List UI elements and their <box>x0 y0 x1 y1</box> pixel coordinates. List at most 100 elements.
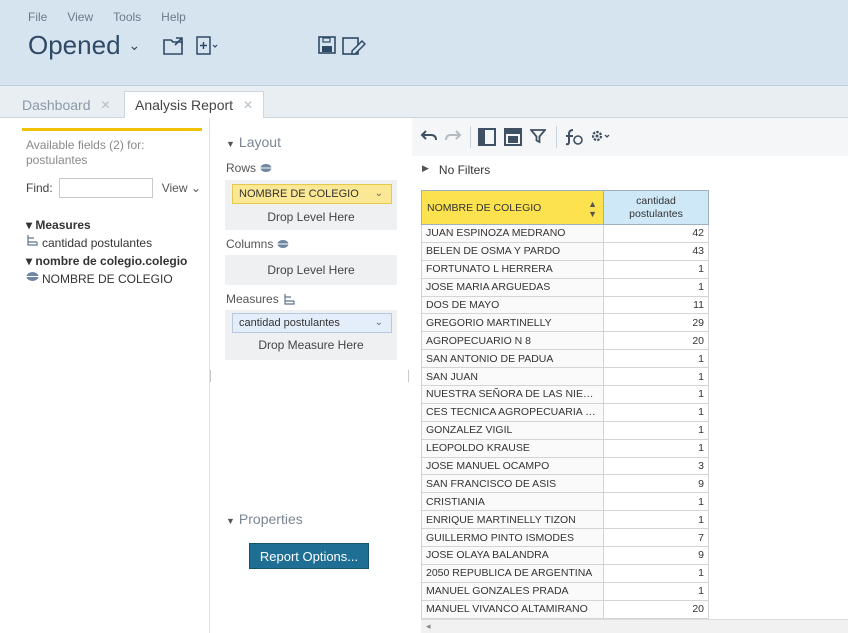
row-value-cell[interactable]: 1 <box>603 581 709 601</box>
save-as-icon[interactable] <box>342 36 367 61</box>
row-value-cell[interactable]: 1 <box>603 563 709 583</box>
row-name-cell[interactable]: JOSE MANUEL OCAMPO <box>421 456 604 476</box>
table-row: GUILLERMO PINTO ISMODES 7 <box>421 528 709 548</box>
row-name-cell[interactable]: 2050 REPUBLICA DE ARGENTINA <box>421 563 604 583</box>
row-name-cell[interactable]: SAN ANTONIO DE PADUA <box>421 349 604 369</box>
row-value-cell[interactable]: 1 <box>603 492 709 512</box>
row-name-cell[interactable]: GONZALEZ VIGIL <box>421 420 604 440</box>
row-name-cell[interactable]: JOSE OLAYA BALANDRA <box>421 546 604 565</box>
splitter-handle[interactable] <box>210 370 211 382</box>
tree-dimension-item[interactable]: NOMBRE DE COLEGIO <box>26 270 187 288</box>
row-name-cell[interactable]: AGROPECUARIO N 8 <box>421 331 604 351</box>
tree-dimension-header[interactable]: ▾ nombre de colegio.colegio <box>26 252 187 270</box>
menu-help[interactable]: Help <box>161 10 186 24</box>
toolbar-divider <box>556 126 557 148</box>
row-value-cell[interactable]: 1 <box>603 277 709 297</box>
row-name-cell[interactable]: JOSE MARIA ARGUEDAS <box>421 277 604 297</box>
row-value-cell[interactable]: 1 <box>603 385 709 404</box>
row-name-cell[interactable]: ENRIQUE MARTINELLY TIZON <box>421 510 604 530</box>
undo-icon[interactable] <box>420 128 438 149</box>
report-options-button[interactable]: Report Options... <box>249 543 369 569</box>
new-report-icon[interactable] <box>195 36 219 61</box>
row-name-cell[interactable]: NUESTRA SEÑORA DE LAS NIEVES <box>421 385 604 404</box>
menu-tools[interactable]: Tools <box>113 10 141 24</box>
row-name-cell[interactable]: CRISTIANIA <box>421 492 604 512</box>
filters-text: No Filters <box>438 163 491 177</box>
chevron-down-icon[interactable]: ⌄ <box>375 314 383 332</box>
menu-bar: File View Tools Help <box>28 10 186 24</box>
menu-file[interactable]: File <box>28 10 47 24</box>
row-value-cell[interactable]: 1 <box>603 402 709 422</box>
table-row: NUESTRA SEÑORA DE LAS NIEVES 1 <box>421 385 709 404</box>
tree-measure-item[interactable]: cantidad postulantes <box>26 234 187 252</box>
row-name-cell[interactable]: SAN JUAN <box>421 367 604 387</box>
row-value-cell[interactable]: 20 <box>603 331 709 351</box>
close-icon[interactable]: ✕ <box>243 92 253 118</box>
row-name-cell[interactable]: MANUEL GONZALES PRADA <box>421 581 604 601</box>
row-name-cell[interactable]: CES TECNICA AGROPECUARIA - AU... <box>421 402 604 422</box>
row-value-cell[interactable]: 1 <box>603 349 709 369</box>
scroll-left-icon[interactable]: ◂ <box>426 621 431 631</box>
expand-triangle-icon: ▶ <box>422 163 429 173</box>
horizontal-scrollbar[interactable]: ◂ <box>421 619 848 633</box>
row-value-cell[interactable]: 1 <box>603 510 709 530</box>
measures-header-label: Measures <box>35 218 91 232</box>
properties-section-toggle[interactable]: ▼ Properties <box>226 511 303 527</box>
row-name-cell[interactable]: GREGORIO MARTINELLY <box>421 313 604 333</box>
measures-drop-text: Drop Measure Here <box>258 338 364 352</box>
open-folder-icon[interactable] <box>163 36 185 61</box>
row-name-cell[interactable]: JUAN ESPINOZA MEDRANO <box>421 224 604 243</box>
level-icon <box>277 240 289 248</box>
row-value-cell[interactable]: 20 <box>603 599 709 619</box>
row-name-cell[interactable]: BELEN DE OSMA Y PARDO <box>421 241 604 261</box>
close-icon[interactable]: ✕ <box>101 92 111 118</box>
row-value-cell[interactable]: 29 <box>603 313 709 333</box>
menu-view[interactable]: View <box>67 10 93 24</box>
row-value-cell[interactable]: 7 <box>603 528 709 548</box>
row-name-cell[interactable]: FORTUNATO L HERRERA <box>421 259 604 279</box>
row-name-cell[interactable]: SAN FRANCISCO DE ASIS <box>421 474 604 494</box>
row-value-cell[interactable]: 43 <box>603 241 709 261</box>
tab-analysis-report[interactable]: Analysis Report ✕ <box>124 91 265 118</box>
column-header-nombre-de-colegio[interactable]: NOMBRE DE COLEGIO ▲ ▼ <box>421 190 604 225</box>
rows-chip-nombre-de-colegio[interactable]: NOMBRE DE COLEGIO ⌄ <box>232 184 392 204</box>
row-name-cell[interactable]: MANUEL VIVANCO ALTAMIRANO <box>421 599 604 619</box>
column-header-label: NOMBRE DE COLEGIO <box>427 201 542 214</box>
tree-measures-header[interactable]: ▾ Measures <box>26 216 187 234</box>
row-value-cell[interactable]: 1 <box>603 420 709 440</box>
redo-icon[interactable] <box>444 128 462 149</box>
layout-panel: ▼ Layout Rows NOMBRE DE COLEGIO ⌄ Drop Le… <box>218 118 408 633</box>
layout-panel-toggle-icon[interactable] <box>478 128 496 151</box>
row-value-cell[interactable]: 3 <box>603 456 709 476</box>
measures-chip-cantidad-postulantes[interactable]: cantidad postulantes ⌄ <box>232 313 392 333</box>
row-name-cell[interactable]: DOS DE MAYO <box>421 295 604 315</box>
opened-dropdown[interactable]: Opened ⌄ <box>28 30 140 61</box>
chevron-down-icon[interactable]: ⌄ <box>375 185 383 203</box>
view-dropdown[interactable]: View ⌄ <box>162 181 201 195</box>
tab-dashboard[interactable]: Dashboard ✕ <box>12 91 121 118</box>
filters-toggle[interactable]: ▶ No Filters <box>422 163 490 177</box>
filter-icon[interactable] <box>529 128 547 149</box>
calculated-measure-icon[interactable] <box>564 128 584 151</box>
table-row: 2050 REPUBLICA DE ARGENTINA 1 <box>421 563 709 583</box>
available-fields-panel: Available fields (2) for: postulantes Fi… <box>8 118 210 633</box>
row-value-cell[interactable]: 42 <box>603 224 709 243</box>
available-fields-text: Available fields (2) for: postulantes <box>26 138 145 167</box>
row-value-cell[interactable]: 9 <box>603 474 709 494</box>
row-value-cell[interactable]: 1 <box>603 367 709 387</box>
gear-icon[interactable] <box>590 128 612 149</box>
layout-section-toggle[interactable]: ▼ Layout <box>226 134 281 150</box>
find-input[interactable] <box>58 178 153 198</box>
sort-icon[interactable]: ▲ ▼ <box>588 199 597 219</box>
row-value-cell[interactable]: 1 <box>603 259 709 279</box>
row-name-cell[interactable]: GUILLERMO PINTO ISMODES <box>421 528 604 548</box>
toolbar-divider <box>470 126 471 148</box>
row-value-cell[interactable]: 9 <box>603 546 709 565</box>
table-view-icon[interactable] <box>504 128 522 151</box>
splitter-handle[interactable] <box>408 370 409 382</box>
row-value-cell[interactable]: 11 <box>603 295 709 315</box>
row-name-cell[interactable]: LEOPOLDO KRAUSE <box>421 438 604 458</box>
save-icon[interactable] <box>318 36 336 59</box>
row-value-cell[interactable]: 1 <box>603 438 709 458</box>
column-header-cantidad-postulantes[interactable]: cantidad postulantes <box>603 190 709 225</box>
